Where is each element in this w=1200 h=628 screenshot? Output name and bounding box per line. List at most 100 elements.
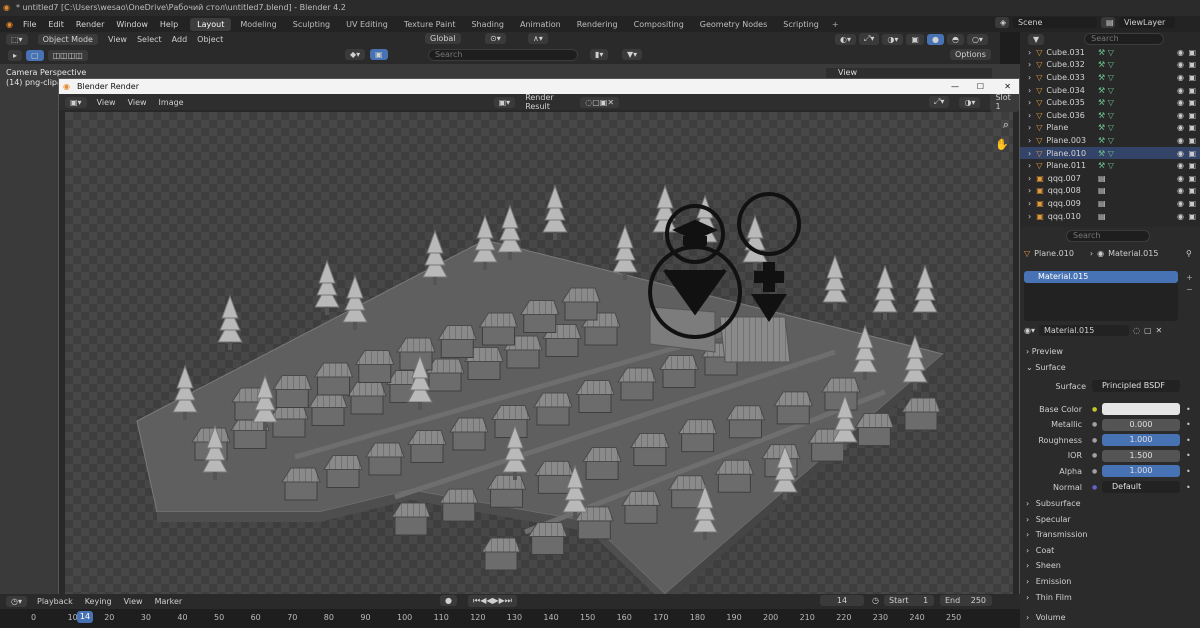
expand-arrow-icon[interactable]: › bbox=[1028, 186, 1031, 195]
viewport-menu-object[interactable]: Object bbox=[197, 35, 223, 44]
material-slot-item[interactable]: Material.015 bbox=[1024, 271, 1178, 283]
render-result-name[interactable]: Render Result bbox=[525, 93, 570, 111]
expand-arrow-icon[interactable]: › bbox=[1028, 98, 1031, 107]
outliner-row[interactable]: › ▽ Plane.010 ⚒ ▽ ◉ ▣ bbox=[1020, 146, 1200, 160]
eye-icon[interactable]: ◉ bbox=[1177, 212, 1184, 221]
outliner-row[interactable]: › ▽ Cube.034 ⚒ ▽ ◉ ▣ bbox=[1020, 84, 1200, 97]
eye-icon[interactable]: ◉ bbox=[1177, 149, 1184, 158]
timeline-ruler[interactable]: 14 0 10 20 30 40 50 60 70 80 90 100 110 120 130 140 150… bbox=[0, 609, 1020, 628]
keyframe-dot-icon[interactable]: • bbox=[1186, 436, 1191, 445]
eye-icon[interactable]: ◉ bbox=[1177, 136, 1184, 145]
clock-icon[interactable]: ◷ bbox=[872, 596, 879, 605]
end-frame-field[interactable]: End 250 bbox=[940, 595, 992, 606]
camera-icon[interactable]: ▣ bbox=[1188, 123, 1196, 132]
editor-type-button[interactable]: ◷▾ bbox=[6, 596, 27, 607]
section-transmission[interactable]: › Transmission bbox=[1026, 530, 1087, 539]
delete-icon[interactable]: ✕ bbox=[1156, 326, 1163, 335]
camera-icon[interactable]: ▣ bbox=[1188, 136, 1196, 145]
eye-icon[interactable]: ◉ bbox=[1177, 98, 1184, 107]
image-browse-icon[interactable]: ▣▾ bbox=[493, 96, 516, 108]
material-datablock[interactable]: Material.015 bbox=[1039, 325, 1129, 336]
eye-icon[interactable]: ◉ bbox=[1177, 174, 1184, 183]
outliner-row[interactable]: › ▽ Cube.031 ⚒ ▽ ◉ ▣ bbox=[1020, 46, 1200, 59]
expand-arrow-icon[interactable]: › bbox=[1028, 60, 1031, 69]
camera-icon[interactable]: ▣ bbox=[1188, 186, 1196, 195]
menu-file[interactable]: File bbox=[17, 20, 42, 29]
viewport-menu-view[interactable]: View bbox=[108, 35, 127, 44]
camera-icon[interactable]: ▣ bbox=[1188, 111, 1196, 120]
expand-arrow-icon[interactable]: › bbox=[1028, 199, 1031, 208]
outliner-row[interactable]: › ▽ Plane ⚒ ▽ ◉ ▣ bbox=[1020, 122, 1200, 135]
shading-material-icon[interactable]: ◓ bbox=[946, 33, 964, 45]
xray-icon[interactable]: ▣ bbox=[906, 33, 924, 45]
gizmo-icon[interactable]: ⤢▾ bbox=[929, 96, 950, 108]
filter-icon[interactable]: ▼▾ bbox=[622, 49, 643, 60]
overlay-icon[interactable]: ◑▾ bbox=[959, 96, 981, 108]
viewport-search-input[interactable]: Search bbox=[428, 49, 578, 61]
menu-render[interactable]: Render bbox=[70, 20, 110, 29]
menu-window[interactable]: Window bbox=[110, 20, 154, 29]
outliner-row[interactable]: › ▣ qqq.009 ▤ ◉ ▣ bbox=[1020, 197, 1200, 210]
eye-icon[interactable]: ◉ bbox=[1177, 111, 1184, 120]
outliner-row[interactable]: › ▽ Cube.035 ⚒ ▽ ◉ ▣ bbox=[1020, 96, 1200, 109]
proportional-editing-icon[interactable]: ∧▾ bbox=[528, 33, 548, 44]
surface-shader-selector[interactable]: Principled BSDF bbox=[1092, 380, 1180, 392]
section-emission[interactable]: › Emission bbox=[1026, 577, 1071, 586]
expand-arrow-icon[interactable]: › bbox=[1028, 136, 1031, 145]
section-volume[interactable]: › Volume bbox=[1026, 613, 1066, 622]
field-normal[interactable]: Default bbox=[1102, 481, 1180, 493]
options-button[interactable]: Options bbox=[950, 49, 991, 60]
start-frame-field[interactable]: Start 1 bbox=[884, 595, 934, 606]
tab-layout[interactable]: Layout bbox=[190, 17, 232, 31]
tab-animation[interactable]: Animation bbox=[513, 18, 568, 31]
filter-icon[interactable]: ▼ bbox=[1028, 33, 1045, 45]
expand-arrow-icon[interactable]: › bbox=[1028, 149, 1031, 158]
eye-icon[interactable]: ◉ bbox=[1177, 73, 1184, 82]
surface-section[interactable]: ⌄ Surface bbox=[1026, 363, 1066, 372]
copy-icon[interactable]: ▢ bbox=[1144, 326, 1152, 335]
section-thin-film[interactable]: › Thin Film bbox=[1026, 593, 1072, 602]
editor-type-button[interactable]: ⬚▾ bbox=[6, 33, 28, 45]
camera-icon[interactable]: ▣ bbox=[1188, 149, 1196, 158]
section-sheen[interactable]: › Sheen bbox=[1026, 561, 1061, 570]
viewport-menu-select[interactable]: Select bbox=[137, 35, 162, 44]
tab-shading[interactable]: Shading bbox=[464, 18, 511, 31]
field-metallic[interactable]: 0.000 bbox=[1102, 418, 1180, 431]
timeline-menu-view[interactable]: View bbox=[124, 597, 143, 606]
outliner-row[interactable]: › ▣ qqq.010 ▤ ◉ ▣ bbox=[1020, 210, 1200, 223]
menu-help[interactable]: Help bbox=[154, 20, 184, 29]
eye-icon[interactable]: ◉ bbox=[1177, 161, 1184, 170]
image-actions-icon[interactable]: ◌▢▣✕ bbox=[580, 96, 620, 108]
camera-icon[interactable]: ▣ bbox=[1188, 98, 1196, 107]
pan-hand-icon[interactable]: ✋ bbox=[995, 138, 1009, 151]
blender-menu-icon[interactable]: ◉ bbox=[6, 20, 13, 29]
tab-geometry-nodes[interactable]: Geometry Nodes bbox=[693, 18, 774, 31]
expand-arrow-icon[interactable]: › bbox=[1028, 174, 1031, 183]
expand-arrow-icon[interactable]: › bbox=[1028, 86, 1031, 95]
section-subsurface[interactable]: › Subsurface bbox=[1026, 499, 1081, 508]
section-specular[interactable]: › Specular bbox=[1026, 515, 1071, 524]
preview-section[interactable]: › Preview bbox=[1026, 347, 1063, 356]
visibility-icon[interactable]: ◐▾ bbox=[835, 33, 856, 45]
view-panel[interactable]: View bbox=[826, 68, 992, 78]
editor-type-button[interactable]: ▣▾ bbox=[65, 96, 87, 108]
object-mode-selector[interactable]: Object Mode bbox=[37, 33, 98, 45]
section-coat[interactable]: › Coat bbox=[1026, 546, 1054, 555]
affect-only-icon[interactable]: ▣ bbox=[370, 49, 388, 60]
keyframe-dot-icon[interactable]: • bbox=[1186, 451, 1191, 460]
expand-arrow-icon[interactable]: › bbox=[1028, 212, 1031, 221]
timeline-menu-keying[interactable]: Keying bbox=[85, 597, 112, 606]
select-box-icon[interactable]: ▢ bbox=[26, 49, 44, 61]
eye-icon[interactable]: ◉ bbox=[1177, 186, 1184, 195]
menu-edit[interactable]: Edit bbox=[42, 20, 70, 29]
camera-icon[interactable]: ▣ bbox=[1188, 86, 1196, 95]
field-roughness[interactable]: 1.000 bbox=[1102, 434, 1180, 447]
slot-selector[interactable]: Slot 1 bbox=[990, 92, 1019, 112]
select-mode-icon[interactable]: ◫◫◫◫ bbox=[47, 49, 88, 61]
outliner-row[interactable]: › ▽ Cube.032 ⚒ ▽ ◉ ▣ bbox=[1020, 59, 1200, 72]
minimize-icon[interactable]: — bbox=[951, 79, 959, 94]
scene-selector[interactable]: Scene bbox=[1013, 17, 1097, 28]
bookmark-icon[interactable]: ▮▾ bbox=[590, 49, 609, 60]
camera-icon[interactable]: ▣ bbox=[1188, 212, 1196, 221]
tool-icon[interactable]: ▸ bbox=[8, 49, 23, 61]
